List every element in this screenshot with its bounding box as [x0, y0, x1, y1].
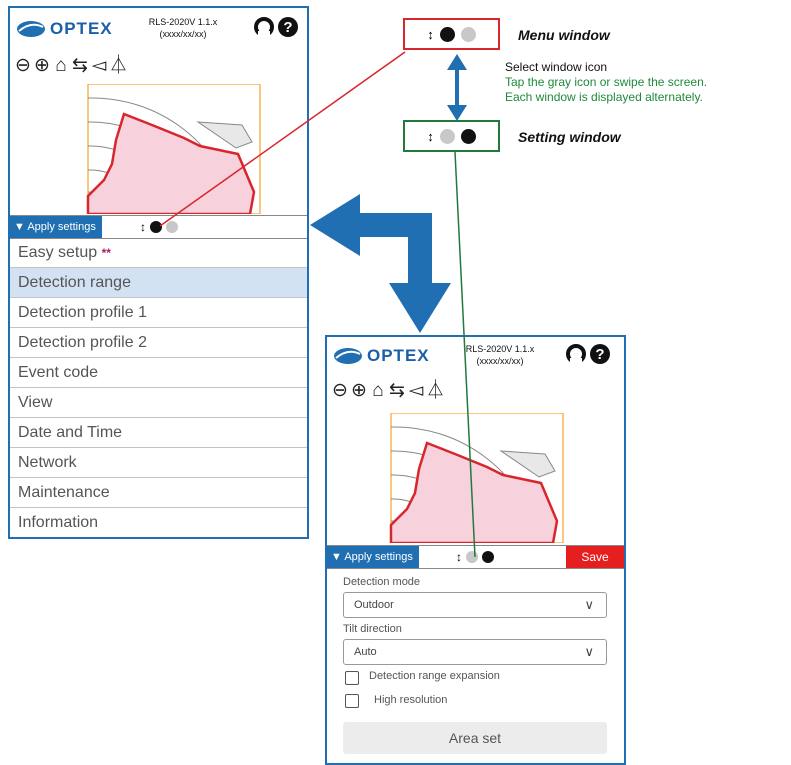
menu-window-icon-callout: ↕	[403, 18, 500, 50]
transition-arrow-head-left	[310, 194, 360, 256]
note-tap-gray: Tap the gray icon or swipe the screen.	[505, 75, 708, 89]
transition-arrow	[385, 213, 432, 290]
transition-arrow-head-down	[389, 283, 451, 333]
setting-window-icon-callout: ↕	[403, 120, 500, 152]
menu-dot-icon	[439, 26, 455, 42]
menu-callout-line	[159, 51, 406, 227]
switch-arrow-icon: ↕	[427, 128, 434, 144]
menu-window-caption: Menu window	[518, 27, 610, 43]
setting-window-caption: Setting window	[518, 129, 621, 145]
switch-arrow-icon: ↕	[427, 26, 434, 42]
menu-dot-icon	[439, 128, 455, 144]
note-alternate: Each window is displayed alternately.	[505, 90, 703, 104]
note-select-icon: Select window icon	[505, 60, 608, 74]
setting-dot-icon	[460, 26, 476, 42]
setting-dot-icon	[460, 128, 476, 144]
setting-callout-line	[454, 151, 476, 558]
annotation-overlay	[159, 51, 476, 558]
toggle-double-arrow	[447, 54, 467, 121]
